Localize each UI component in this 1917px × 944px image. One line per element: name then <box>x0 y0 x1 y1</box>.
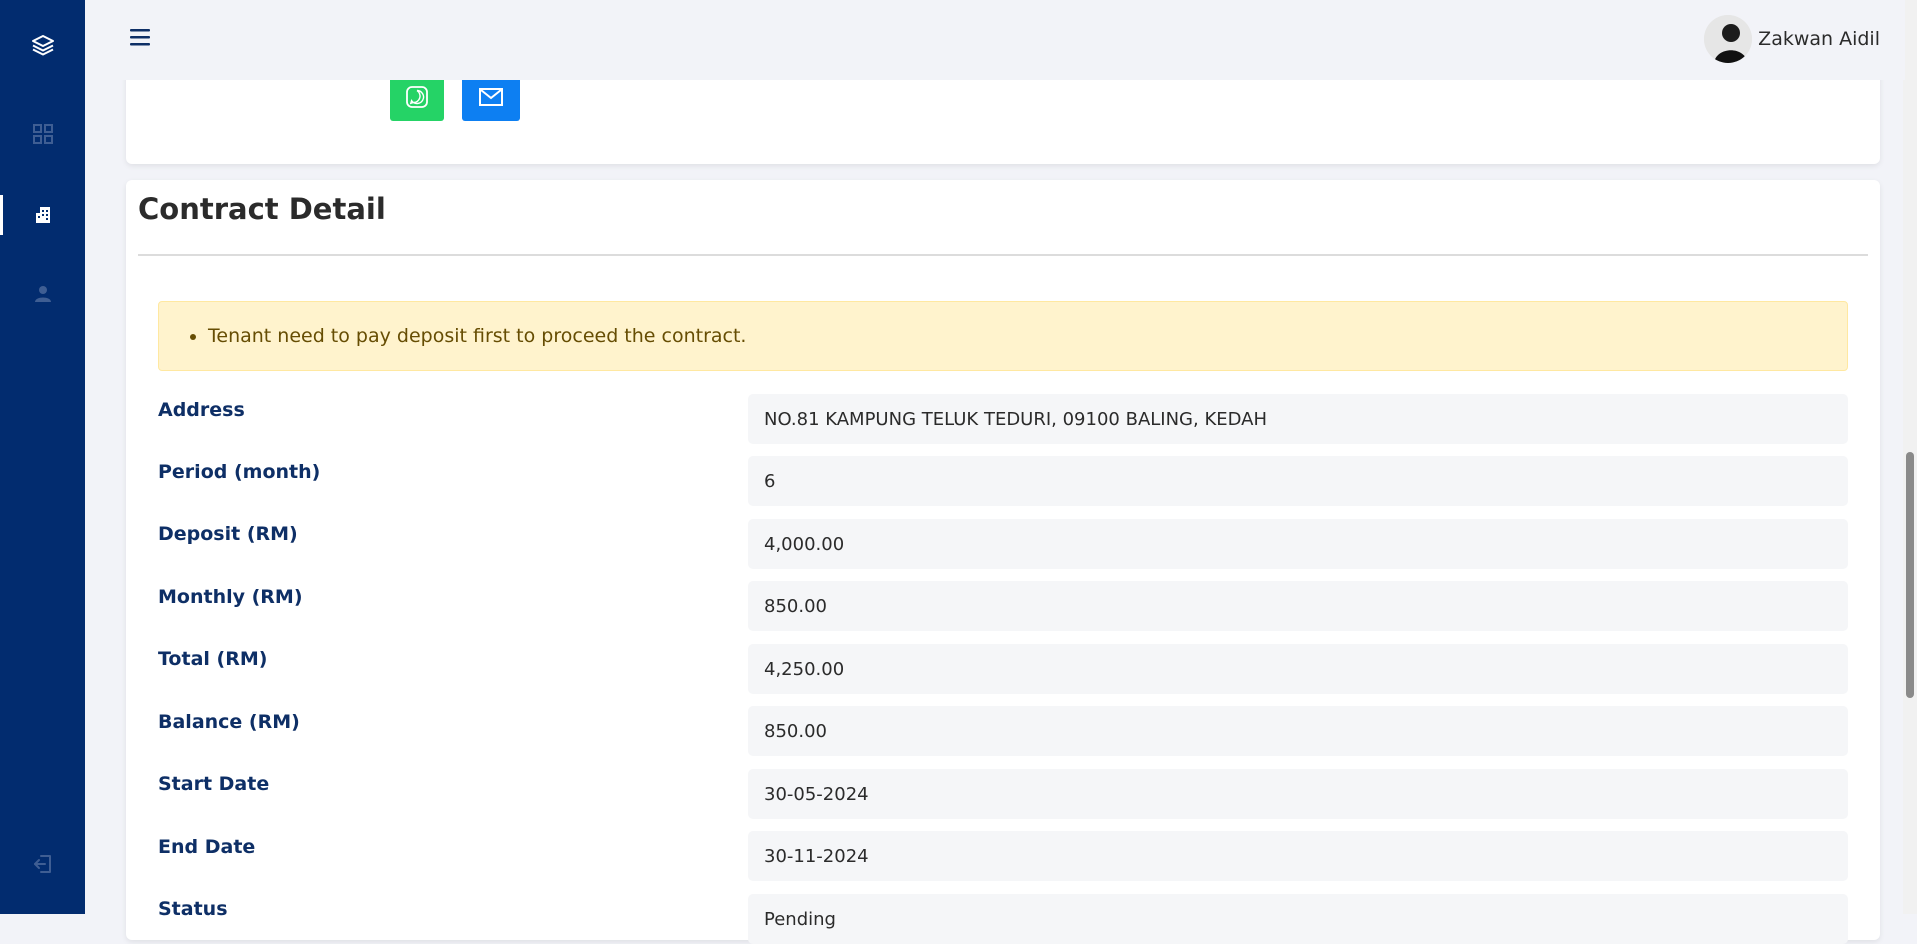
sidebar-logo[interactable] <box>0 17 85 73</box>
sidebar-item-logout[interactable] <box>0 836 85 892</box>
building-icon <box>35 207 50 223</box>
logout-icon <box>33 855 51 873</box>
user-icon <box>34 286 51 302</box>
sidebar <box>0 0 85 914</box>
menu-toggle-button[interactable] <box>128 26 154 48</box>
address-field: NO.81 KAMPUNG TELUK TEDURI, 09100 BALING… <box>748 394 1848 444</box>
total-label: Total (RM) <box>158 648 268 670</box>
monthly-label: Monthly (RM) <box>158 586 303 608</box>
sidebar-item-user[interactable] <box>0 266 85 322</box>
balance-field: 850.00 <box>748 706 1848 756</box>
status-field: Pending <box>748 894 1848 944</box>
alert-message: Tenant need to pay deposit first to proc… <box>208 325 746 347</box>
mail-icon <box>479 88 503 106</box>
page-title: Contract Detail <box>138 192 386 226</box>
status-label: Status <box>158 898 228 920</box>
monthly-field: 850.00 <box>748 581 1848 631</box>
period-field: 6 <box>748 456 1848 506</box>
address-label: Address <box>158 399 245 421</box>
deposit-label: Deposit (RM) <box>158 523 298 545</box>
divider <box>138 254 1868 256</box>
avatar <box>1704 15 1753 63</box>
sidebar-item-dashboard[interactable] <box>0 106 85 162</box>
whatsapp-button[interactable] <box>390 73 444 121</box>
user-name: Zakwan Aidil <box>1758 28 1880 50</box>
layers-icon <box>31 35 54 56</box>
deposit-field: 4,000.00 <box>748 519 1848 569</box>
total-field: 4,250.00 <box>748 644 1848 694</box>
start-date-field: 30-05-2024 <box>748 769 1848 819</box>
scrollbar-thumb[interactable] <box>1906 452 1914 698</box>
user-menu[interactable]: Zakwan Aidil <box>1704 15 1880 63</box>
hamburger-icon <box>130 29 150 46</box>
whatsapp-icon <box>406 86 428 108</box>
grid-icon <box>32 124 53 144</box>
balance-label: Balance (RM) <box>158 711 300 733</box>
end-date-field: 30-11-2024 <box>748 831 1848 881</box>
start-date-label: Start Date <box>158 773 270 795</box>
page-scrollbar[interactable] <box>1903 0 1917 914</box>
avatar-image <box>1704 15 1753 63</box>
sidebar-item-property[interactable] <box>0 187 85 243</box>
deposit-alert: Tenant need to pay deposit first to proc… <box>158 301 1848 371</box>
end-date-label: End Date <box>158 836 256 858</box>
email-button[interactable] <box>462 73 520 121</box>
period-label: Period (month) <box>158 461 321 483</box>
contract-detail-card: Contract Detail Tenant need to pay depos… <box>126 180 1880 944</box>
topbar: Zakwan Aidil <box>85 0 1905 80</box>
